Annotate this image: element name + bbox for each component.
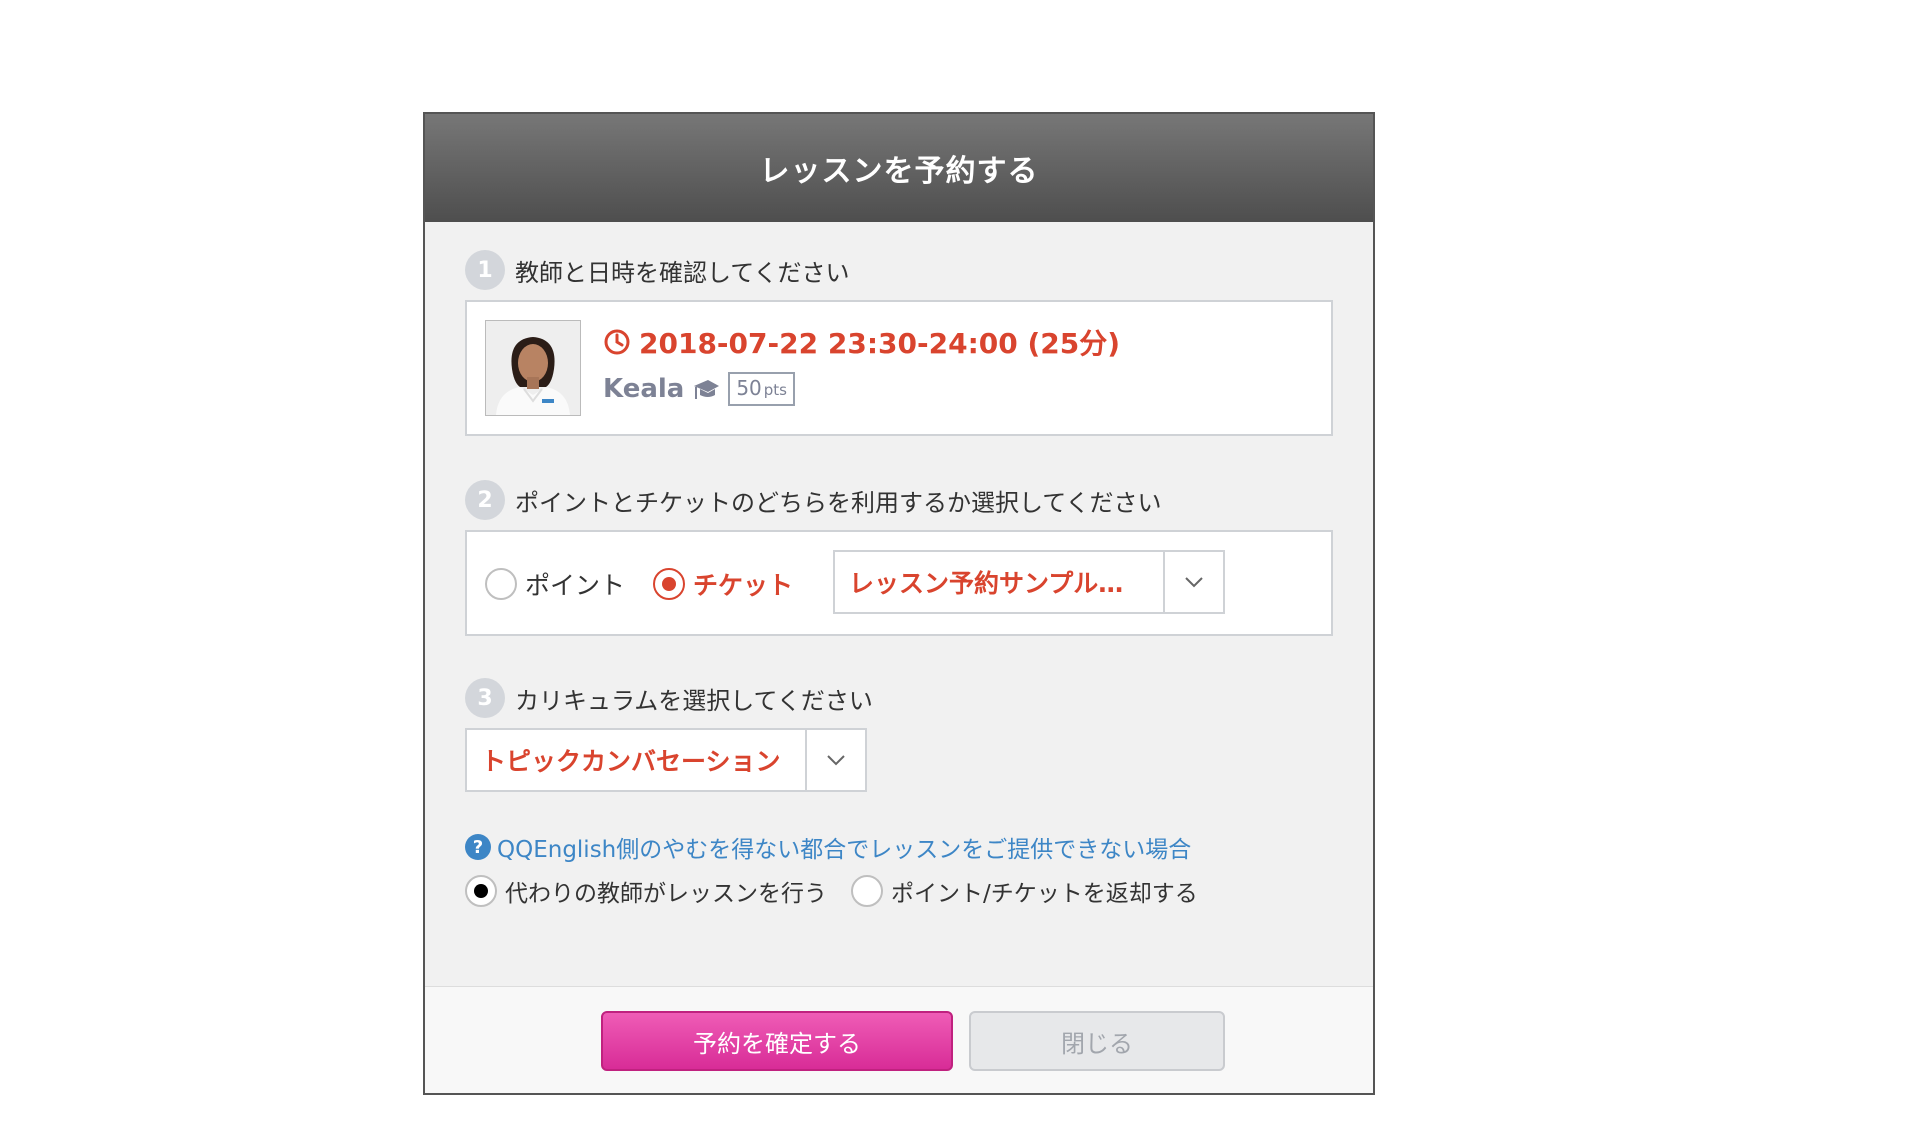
dialog-title: レッスンを予約する [425,114,1373,222]
ticket-option-label[interactable]: チケット [693,566,793,602]
teacher-name[interactable]: Keala [603,374,684,404]
teacher-avatar-image [486,321,580,415]
option-refund[interactable]: ポイント/チケットを返却する [851,874,1198,908]
clock-icon [604,329,630,355]
dialog-footer: 予約を確定する 閉じる [425,986,1373,1093]
step1-number: 1 [465,250,505,290]
ticket-select-value[interactable]: レッスン予約サンプル… [835,552,1165,612]
graduation-cap-icon [694,380,720,399]
chevron-down-icon [827,755,845,766]
question-icon: ? [465,834,491,860]
option-substitute[interactable]: 代わりの教師がレッスンを行う [465,874,827,908]
substitute-radio[interactable] [465,875,497,907]
cancel-policy-options: 代わりの教師がレッスンを行う ポイント/チケットを返却する [465,874,1198,908]
curriculum-select-value[interactable]: トピックカンバセーション [467,730,807,790]
ticket-select-toggle[interactable] [1165,552,1223,612]
payment-option-points[interactable]: ポイント [485,566,625,602]
teacher-info: Keala 50 pts [603,372,795,406]
teacher-points-value: 50 [736,376,762,400]
step3-heading: 3 カリキュラムを選択してください [465,678,873,718]
ticket-radio-dot [662,577,676,591]
points-radio[interactable] [485,568,517,600]
teacher-datetime-box: 2018-07-22 23:30-24:00 (25分) Keala 50 pts [465,300,1333,436]
curriculum-select[interactable]: トピックカンバセーション [465,728,867,792]
cancel-policy-question-text[interactable]: QQEnglish側のやむを得ない都合でレッスンをご提供できない場合 [497,830,1191,864]
close-button[interactable]: 閉じる [969,1011,1225,1071]
step2-number: 2 [465,480,505,520]
step2-title: ポイントとチケットのどちらを利用するか選択してください [515,488,1162,517]
curriculum-select-toggle[interactable] [807,730,865,790]
cancel-policy-question[interactable]: ? QQEnglish側のやむを得ない都合でレッスンをご提供できない場合 [465,830,1191,864]
reservation-dialog: レッスンを予約する 1 教師と日時を確認してください 2018-07-22 23… [423,112,1375,1095]
chevron-down-icon [1185,577,1203,588]
teacher-photo[interactable] [485,320,581,416]
refund-radio[interactable] [851,875,883,907]
substitute-radio-dot [474,884,488,898]
payment-method-box: ポイント チケット レッスン予約サンプル… [465,530,1333,636]
points-option-label[interactable]: ポイント [525,566,625,602]
ticket-radio[interactable] [653,568,685,600]
refund-label[interactable]: ポイント/チケットを返却する [891,874,1198,908]
step3-number: 3 [465,678,505,718]
step1-title: 教師と日時を確認してください [515,258,850,287]
lesson-datetime: 2018-07-22 23:30-24:00 (25分) [603,322,1120,362]
teacher-points-unit: pts [763,381,787,399]
teacher-points-badge: 50 pts [728,372,795,406]
step3-title: カリキュラムを選択してください [515,686,873,715]
ticket-select[interactable]: レッスン予約サンプル… [833,550,1225,614]
confirm-reservation-button[interactable]: 予約を確定する [601,1011,953,1071]
payment-option-ticket[interactable]: チケット [653,566,793,602]
step2-heading: 2 ポイントとチケットのどちらを利用するか選択してください [465,480,1162,520]
lesson-datetime-text: 2018-07-22 23:30-24:00 (25分) [639,327,1121,360]
substitute-label[interactable]: 代わりの教師がレッスンを行う [505,874,827,908]
step1-heading: 1 教師と日時を確認してください [465,250,850,290]
